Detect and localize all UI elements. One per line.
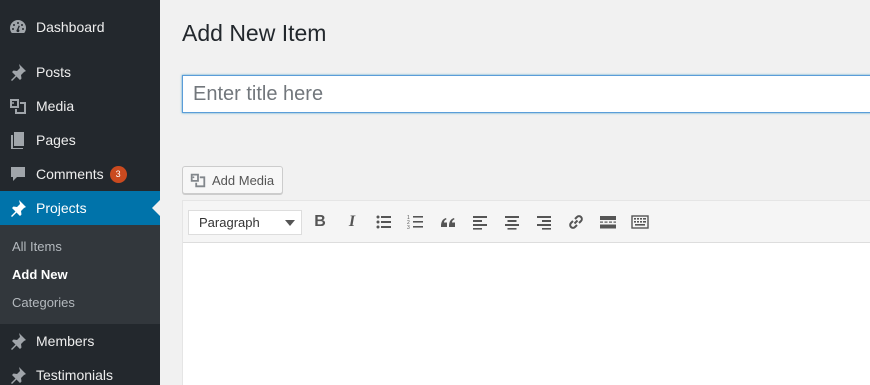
- sidebar-item-testimonials[interactable]: Testimonials: [0, 358, 160, 385]
- align-right-button[interactable]: [534, 212, 554, 232]
- numbered-list-icon: 123: [407, 215, 423, 231]
- toolbar-toggle-button[interactable]: [630, 212, 650, 232]
- projects-submenu: All Items Add New Categories: [0, 225, 160, 324]
- blockquote-button[interactable]: [438, 212, 458, 232]
- sidebar-item-projects[interactable]: Projects: [0, 191, 160, 225]
- sidebar-item-label: Projects: [36, 200, 87, 216]
- pin-icon: [0, 331, 36, 351]
- editor-content-area[interactable]: [183, 243, 870, 385]
- align-left-button[interactable]: [470, 212, 490, 232]
- sidebar-item-comments[interactable]: Comments 3: [0, 157, 160, 191]
- pin-icon: [0, 365, 36, 385]
- submenu-categories[interactable]: Categories: [12, 295, 75, 310]
- sidebar-item-posts[interactable]: Posts: [0, 55, 160, 89]
- content-editor: Paragraph B I 123: [182, 200, 870, 385]
- italic-icon: I: [348, 213, 356, 230]
- pages-icon: [0, 130, 36, 150]
- align-right-icon: [537, 216, 551, 230]
- sidebar-item-label: Dashboard: [36, 19, 105, 35]
- align-left-icon: [473, 216, 487, 230]
- numbered-list-button[interactable]: 123: [406, 212, 426, 232]
- add-media-label: Add Media: [212, 172, 275, 188]
- editor-toolbar: Paragraph B I 123: [183, 201, 870, 243]
- media-icon: [0, 96, 36, 116]
- sidebar-item-label: Media: [36, 98, 75, 114]
- add-media-button[interactable]: Add Media: [182, 166, 284, 194]
- sidebar-item-label: Pages: [36, 132, 76, 148]
- page-title: Add New Item: [182, 20, 327, 46]
- dashboard-icon: [0, 17, 36, 37]
- sidebar-item-label: Members: [36, 333, 95, 349]
- sidebar-item-label: Comments: [36, 166, 104, 182]
- submenu-add-new[interactable]: Add New: [12, 267, 68, 282]
- read-more-icon: [600, 216, 616, 229]
- bullet-list-button[interactable]: [374, 212, 394, 232]
- sidebar-item-dashboard[interactable]: Dashboard: [0, 10, 160, 44]
- svg-text:3: 3: [407, 225, 410, 231]
- chevron-down-icon: [285, 220, 295, 226]
- pin-icon: [0, 198, 36, 218]
- title-input[interactable]: [182, 75, 870, 113]
- format-select-value: Paragraph: [199, 215, 260, 230]
- media-icon: [190, 173, 206, 188]
- admin-sidebar: Dashboard Posts Media Pages Comments 3 P…: [0, 0, 160, 385]
- link-button[interactable]: [566, 212, 586, 232]
- toolbar-toggle-icon: [631, 215, 649, 229]
- sidebar-item-media[interactable]: Media: [0, 89, 160, 123]
- sidebar-item-label: Testimonials: [36, 367, 114, 383]
- format-select[interactable]: Paragraph: [188, 210, 302, 235]
- bold-icon: B: [314, 213, 326, 230]
- sidebar-item-members[interactable]: Members: [0, 324, 160, 358]
- link-icon: [569, 215, 583, 229]
- align-center-icon: [505, 216, 519, 230]
- italic-button[interactable]: I: [342, 212, 362, 232]
- blockquote-icon: [441, 218, 455, 227]
- align-center-button[interactable]: [502, 212, 522, 232]
- comment-count-badge: 3: [109, 165, 127, 183]
- bold-button[interactable]: B: [310, 212, 330, 232]
- bullet-list-icon: [376, 215, 391, 229]
- sidebar-item-label: Posts: [36, 64, 72, 80]
- sidebar-item-pages[interactable]: Pages: [0, 123, 160, 157]
- comment-icon: [0, 164, 36, 184]
- submenu-all-items[interactable]: All Items: [12, 239, 62, 254]
- read-more-button[interactable]: [598, 212, 618, 232]
- pin-icon: [0, 62, 36, 82]
